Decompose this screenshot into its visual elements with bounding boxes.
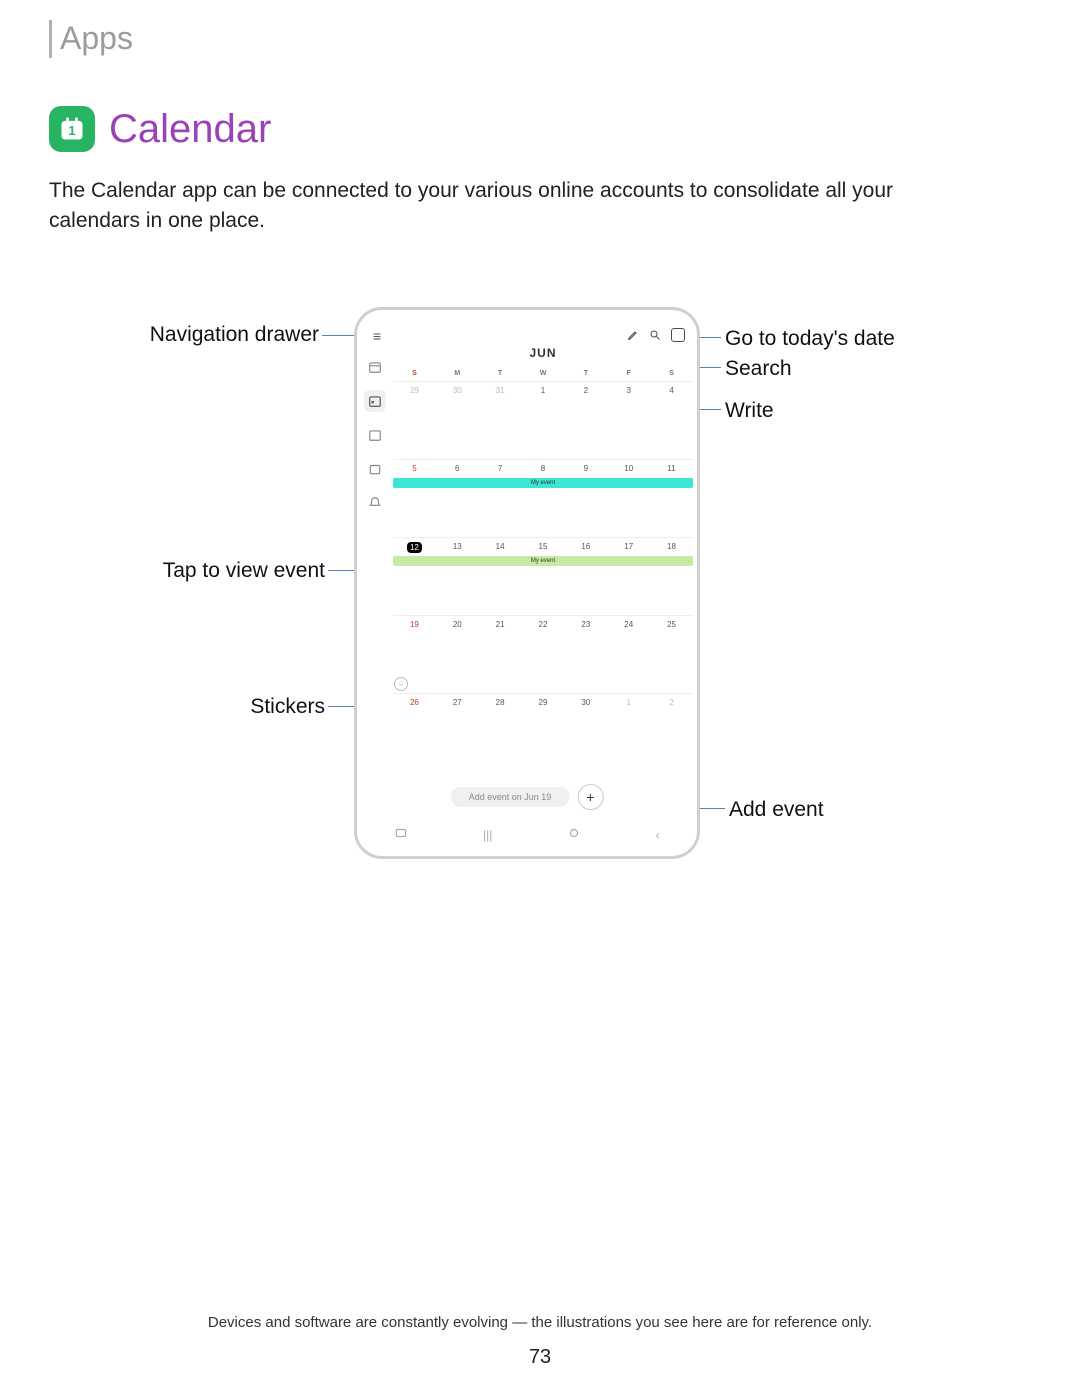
date-cell[interactable]: 24 bbox=[607, 620, 650, 629]
hamburger-icon[interactable]: ≡ bbox=[373, 328, 381, 344]
date-cell[interactable]: 3 bbox=[607, 386, 650, 395]
date-cell[interactable]: 2 bbox=[650, 698, 693, 707]
view-side-rail bbox=[361, 356, 389, 514]
week-row: 567891011 My event bbox=[393, 459, 693, 537]
dow-cell: T bbox=[564, 370, 607, 377]
rail-reminder-icon[interactable] bbox=[364, 492, 386, 514]
write-icon[interactable] bbox=[627, 329, 639, 341]
add-event-button[interactable]: + bbox=[577, 784, 603, 810]
date-cell[interactable]: 30 bbox=[436, 386, 479, 395]
date-cell[interactable]: 11 bbox=[650, 464, 693, 473]
week-row: 12 131415161718 My event bbox=[393, 537, 693, 615]
callout-go-today: Go to today's date bbox=[725, 327, 895, 351]
date-cell[interactable]: 10 bbox=[607, 464, 650, 473]
date-cell[interactable]: 12 bbox=[393, 542, 436, 553]
date-cell[interactable]: 18 bbox=[650, 542, 693, 553]
header: Apps bbox=[49, 20, 1024, 58]
svg-text:1: 1 bbox=[68, 123, 75, 138]
date-cell[interactable]: 20 bbox=[436, 620, 479, 629]
section-label: Apps bbox=[60, 20, 133, 57]
diagram-figure: Navigation drawer Tap to view event Stic… bbox=[49, 307, 1024, 907]
nav-recent-icon[interactable] bbox=[394, 826, 408, 843]
calendar-app-icon: 1 bbox=[49, 106, 95, 152]
callout-tap-view-event: Tap to view event bbox=[49, 559, 325, 583]
nav-recents-icon[interactable]: ||| bbox=[483, 828, 492, 842]
date-cell[interactable]: 30 bbox=[564, 698, 607, 707]
date-cell[interactable]: 15 bbox=[522, 542, 565, 553]
date-cell[interactable]: 14 bbox=[479, 542, 522, 553]
date-cell[interactable]: 4 bbox=[650, 386, 693, 395]
nav-home-icon[interactable] bbox=[567, 826, 581, 843]
date-cell[interactable]: 9 bbox=[564, 464, 607, 473]
date-cell[interactable]: 1 bbox=[607, 698, 650, 707]
date-cell[interactable]: 22 bbox=[522, 620, 565, 629]
week-row: 2930311234 bbox=[393, 381, 693, 459]
search-icon[interactable] bbox=[649, 329, 661, 341]
callout-stickers: Stickers bbox=[49, 695, 325, 719]
nav-back-icon[interactable]: ‹ bbox=[656, 828, 660, 842]
date-cell[interactable]: 2 bbox=[564, 386, 607, 395]
month-label: JUN bbox=[393, 346, 693, 360]
add-event-pill-row: Add event on Jun 19 + bbox=[451, 784, 604, 810]
today-date[interactable]: 12 bbox=[407, 542, 422, 553]
date-cell[interactable]: 8 bbox=[522, 464, 565, 473]
calendar-grid: JUN SMTWTFS 2930311234567891011My event1… bbox=[393, 346, 693, 802]
dow-cell: M bbox=[436, 370, 479, 377]
date-cell[interactable]: 26 bbox=[393, 698, 436, 707]
date-cell[interactable]: 16 bbox=[564, 542, 607, 553]
rail-week-icon[interactable] bbox=[364, 424, 386, 446]
rail-year-icon[interactable] bbox=[364, 356, 386, 378]
callout-write: Write bbox=[725, 399, 774, 423]
page-number: 73 bbox=[0, 1346, 1080, 1369]
date-cell[interactable]: 17 bbox=[607, 542, 650, 553]
rail-day-icon[interactable] bbox=[364, 458, 386, 480]
intro-paragraph: The Calendar app can be connected to you… bbox=[49, 176, 929, 237]
date-cell[interactable]: 29 bbox=[522, 698, 565, 707]
date-cell[interactable]: 1 bbox=[522, 386, 565, 395]
date-cell[interactable]: 27 bbox=[436, 698, 479, 707]
footer-disclaimer: Devices and software are constantly evol… bbox=[0, 1314, 1080, 1331]
today-icon[interactable] bbox=[671, 328, 685, 342]
date-cell[interactable]: 13 bbox=[436, 542, 479, 553]
page-title: Calendar bbox=[109, 107, 271, 152]
callout-navigation-drawer: Navigation drawer bbox=[49, 323, 319, 347]
system-nav-bar: ||| ‹ bbox=[357, 824, 697, 846]
dow-cell: F bbox=[607, 370, 650, 377]
rail-month-icon[interactable] bbox=[364, 390, 386, 412]
event-bar[interactable]: My event bbox=[393, 556, 693, 566]
date-cell[interactable]: 23 bbox=[564, 620, 607, 629]
dow-cell: T bbox=[479, 370, 522, 377]
date-cell[interactable]: 31 bbox=[479, 386, 522, 395]
device-mockup: ≡ bbox=[354, 307, 700, 859]
date-cell[interactable]: 29 bbox=[393, 386, 436, 395]
date-cell[interactable]: 25 bbox=[650, 620, 693, 629]
dow-cell: S bbox=[393, 370, 436, 377]
date-cell[interactable]: 6 bbox=[436, 464, 479, 473]
date-cell[interactable]: 19 bbox=[393, 620, 436, 629]
week-row: 19202122232425 ☺ bbox=[393, 615, 693, 693]
dow-cell: W bbox=[522, 370, 565, 377]
callout-add-event: Add event bbox=[729, 798, 824, 822]
section-title: 1 Calendar bbox=[49, 106, 1024, 152]
date-cell[interactable]: 28 bbox=[479, 698, 522, 707]
date-cell[interactable]: 7 bbox=[479, 464, 522, 473]
dow-cell: S bbox=[650, 370, 693, 377]
date-cell[interactable]: 21 bbox=[479, 620, 522, 629]
event-bar[interactable]: My event bbox=[393, 478, 693, 488]
callout-search: Search bbox=[725, 357, 792, 381]
add-event-pill[interactable]: Add event on Jun 19 bbox=[451, 787, 570, 807]
date-cell[interactable]: 5 bbox=[393, 464, 436, 473]
sticker-icon[interactable]: ☺ bbox=[394, 677, 408, 691]
week-row: 262728293012 bbox=[393, 693, 693, 733]
